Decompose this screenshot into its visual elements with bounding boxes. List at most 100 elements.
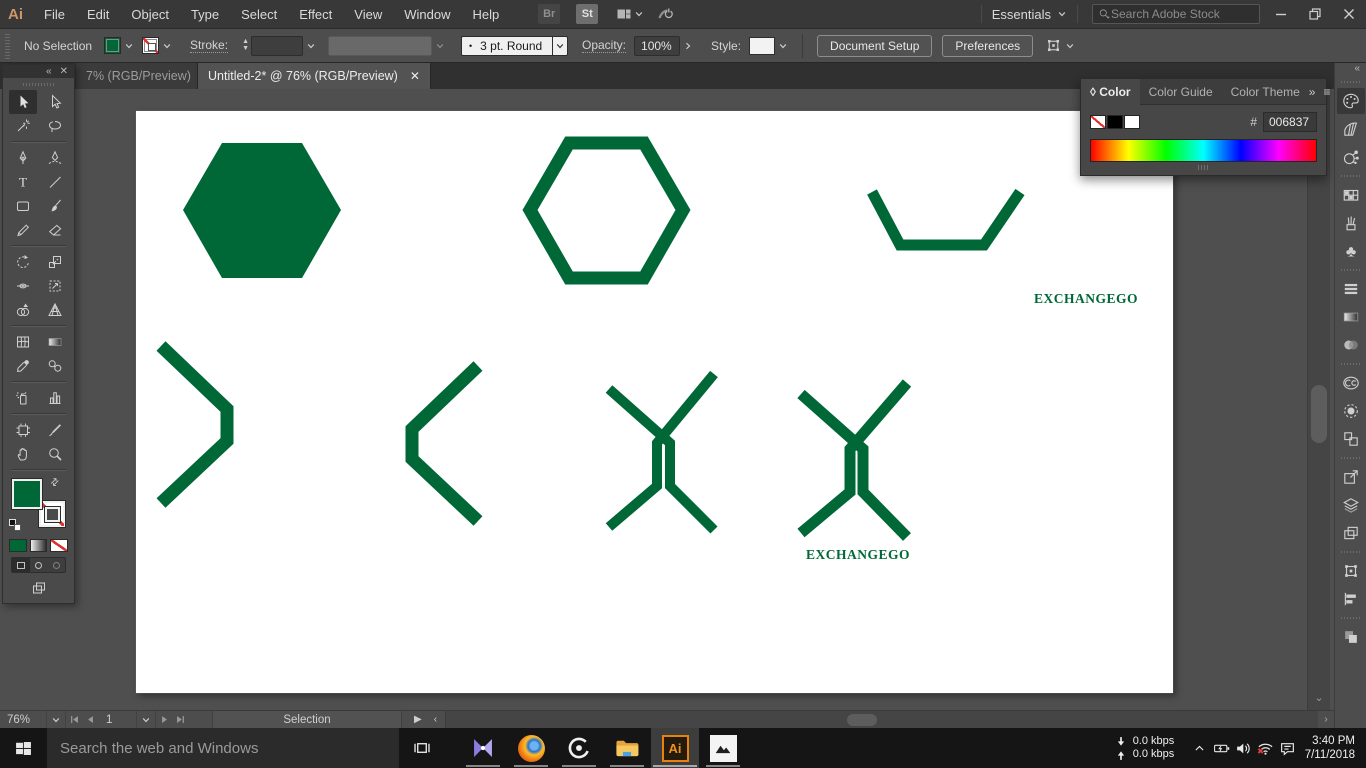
pages-panel-button[interactable]: [1337, 520, 1365, 546]
workspace-switcher[interactable]: Essentials: [992, 7, 1067, 22]
hand-tool-button[interactable]: [9, 442, 37, 466]
taskbar-search-box[interactable]: [47, 728, 399, 768]
document-tab-1[interactable]: 7% (RGB/Preview)✕: [76, 63, 198, 89]
previous-artboard-button[interactable]: [82, 714, 98, 725]
kmplayer-taskbar-button[interactable]: [459, 728, 507, 768]
volume-indicator[interactable]: [1233, 728, 1255, 768]
stroke-weight-dropdown[interactable]: [303, 36, 318, 56]
stroke-panel-button[interactable]: [1337, 276, 1365, 302]
taskbar-search-input[interactable]: [60, 739, 380, 757]
panel-overflow-icon[interactable]: »: [1309, 85, 1316, 99]
preferences-button[interactable]: Preferences: [942, 34, 1034, 57]
stroke-weight-field[interactable]: [251, 35, 303, 56]
default-colors-icon[interactable]: [9, 519, 21, 531]
artboard-dropdown-button[interactable]: [136, 710, 156, 729]
opacity-flyout-button[interactable]: [680, 36, 695, 56]
symbols-panel-button[interactable]: ♣: [1337, 238, 1365, 264]
type-tool-button[interactable]: T: [9, 170, 37, 194]
task-view-button[interactable]: [399, 728, 445, 768]
panel-group-grip[interactable]: [1340, 549, 1361, 555]
eraser-tool-button[interactable]: [41, 218, 69, 242]
fill-dropdown-button[interactable]: [121, 36, 136, 56]
magic-wand-tool-button[interactable]: [9, 114, 37, 138]
zoom-tool-button[interactable]: [41, 442, 69, 466]
free-transform-tool-button[interactable]: [41, 274, 69, 298]
scale-tool-button[interactable]: [41, 250, 69, 274]
pencil-tool-button[interactable]: [9, 218, 37, 242]
menu-window[interactable]: Window: [393, 0, 461, 29]
menu-object[interactable]: Object: [120, 0, 180, 29]
brushes-panel-button[interactable]: [1337, 210, 1365, 236]
shape-builder-tool-button[interactable]: [9, 298, 37, 322]
window-restore-button[interactable]: [1298, 0, 1332, 28]
draw-normal-button[interactable]: [12, 558, 30, 572]
menu-effect[interactable]: Effect: [288, 0, 343, 29]
hex-value-input[interactable]: [1263, 112, 1317, 132]
panel-grip[interactable]: [3, 32, 12, 59]
tab-close-icon[interactable]: ✕: [410, 69, 420, 83]
color-mode-button[interactable]: [9, 539, 27, 552]
document-tab-2[interactable]: Untitled-2* @ 76% (RGB/Preview) ✕: [198, 63, 431, 89]
stock-search-input[interactable]: [1111, 7, 1254, 21]
color-panel-button[interactable]: [1336, 88, 1365, 114]
column-graph-tool-button[interactable]: [41, 386, 69, 410]
taskbar-clock[interactable]: 3:40 PM 7/11/2018: [1305, 734, 1355, 762]
align-options-chevron[interactable]: [1062, 36, 1077, 56]
gradient-panel-button[interactable]: [1337, 304, 1365, 330]
color-panel-tab-color[interactable]: ◊ Color: [1081, 78, 1140, 105]
swatches-panel-button[interactable]: [1337, 182, 1365, 208]
photos-taskbar-button[interactable]: [699, 728, 747, 768]
panel-menu-icon[interactable]: ≡: [1323, 85, 1330, 99]
blend-tool-button[interactable]: [41, 354, 69, 378]
stroke-weight-stepper[interactable]: ▲ ▼: [242, 38, 249, 52]
white-swatch[interactable]: [1124, 115, 1140, 129]
pen-tool-button[interactable]: [9, 146, 37, 170]
arrange-documents-button[interactable]: [616, 6, 644, 22]
stroke-dropdown-button[interactable]: [159, 36, 174, 56]
stroke-color-swatch[interactable]: [142, 37, 160, 54]
vertical-scrollbar-thumb[interactable]: [1311, 385, 1327, 443]
layers-panel-button[interactable]: [1337, 492, 1365, 518]
lasso-tool-button[interactable]: [41, 114, 69, 138]
style-dropdown-button[interactable]: [775, 36, 790, 56]
last-artboard-button[interactable]: [172, 714, 188, 725]
color-panel-tab-color-theme[interactable]: Color Theme: [1222, 79, 1309, 105]
fill-color-swatch[interactable]: [104, 37, 122, 54]
window-close-button[interactable]: [1332, 0, 1366, 28]
stroke-weight-label[interactable]: Stroke:: [190, 38, 229, 53]
status-flyout-icon[interactable]: ▶: [414, 714, 422, 725]
tools-panel-grip[interactable]: [23, 80, 54, 88]
horizontal-scrollbar-thumb[interactable]: [847, 713, 878, 726]
opacity-field[interactable]: 100%: [634, 35, 681, 56]
perspective-grid-tool-button[interactable]: [41, 298, 69, 322]
align-options-icon[interactable]: [1045, 37, 1062, 54]
draw-inside-button[interactable]: [47, 558, 65, 572]
mesh-tool-button[interactable]: [9, 330, 37, 354]
gpu-performance-icon[interactable]: [658, 6, 674, 22]
transparency-panel-button[interactable]: [1337, 332, 1365, 358]
rotate-tool-button[interactable]: [9, 250, 37, 274]
first-artboard-button[interactable]: [66, 714, 82, 725]
panel-group-grip[interactable]: [1340, 267, 1361, 273]
scroll-right-arrow[interactable]: ›: [1318, 711, 1334, 729]
gradient-tool-button[interactable]: [41, 330, 69, 354]
stroke-color-indicator[interactable]: [39, 501, 65, 527]
artboard-tool-button[interactable]: [9, 418, 37, 442]
symbol-sprayer-tool-button[interactable]: [9, 386, 37, 410]
zoom-level-field[interactable]: 76%: [0, 714, 46, 726]
stock-button[interactable]: St: [576, 4, 599, 24]
menu-edit[interactable]: Edit: [76, 0, 120, 29]
color-guide-panel-button[interactable]: [1337, 116, 1365, 142]
action-center-button[interactable]: [1277, 728, 1299, 768]
firefox-taskbar-button[interactable]: [507, 728, 555, 768]
line-segment-tool-button[interactable]: [41, 170, 69, 194]
scroll-left-arrow[interactable]: ‹: [434, 714, 437, 725]
direct-selection-tool-button[interactable]: [41, 90, 69, 114]
pathfinder-panel-button[interactable]: [1337, 624, 1365, 650]
expand-panels-icon[interactable]: «: [1354, 63, 1366, 77]
document-setup-button[interactable]: Document Setup: [817, 34, 933, 57]
file-explorer-taskbar-button[interactable]: [603, 728, 651, 768]
color-panel-tab-color-guide[interactable]: Color Guide: [1140, 79, 1222, 105]
paintbrush-tool-button[interactable]: [41, 194, 69, 218]
color-themes-panel-button[interactable]: [1337, 144, 1365, 170]
